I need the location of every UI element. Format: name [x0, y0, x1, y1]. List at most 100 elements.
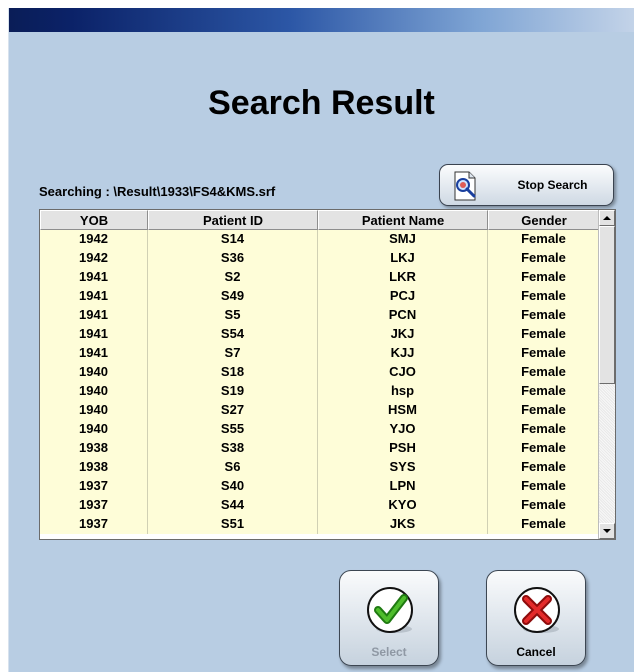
table-row[interactable]: 1937 S40 LPN Female	[40, 477, 600, 496]
cell-yob: 1941	[40, 268, 148, 287]
cell-patient-id: S27	[148, 401, 318, 420]
table-row[interactable]: 1940 S27 HSM Female	[40, 401, 600, 420]
cell-yob: 1941	[40, 306, 148, 325]
cell-patient-id: S38	[148, 439, 318, 458]
table-row[interactable]: 1940 S18 CJO Female	[40, 363, 600, 382]
cell-yob: 1942	[40, 249, 148, 268]
table-body: 1942 S14 SMJ Female 1942 S36 LKJ Female 1941 S2 LK…	[40, 230, 600, 534]
cell-yob: 1940	[40, 382, 148, 401]
cell-patient-name: CJO	[318, 363, 488, 382]
cell-gender: Female	[488, 496, 600, 515]
cell-yob: 1938	[40, 439, 148, 458]
cell-gender: Female	[488, 306, 600, 325]
table-row[interactable]: 1938 S6 SYS Female	[40, 458, 600, 477]
cell-patient-id: S44	[148, 496, 318, 515]
cell-patient-id: S51	[148, 515, 318, 534]
cell-patient-name: PSH	[318, 439, 488, 458]
cell-patient-name: JKJ	[318, 325, 488, 344]
cell-yob: 1937	[40, 496, 148, 515]
cell-patient-id: S14	[148, 230, 318, 249]
scroll-down-button[interactable]	[599, 523, 615, 539]
cell-patient-id: S19	[148, 382, 318, 401]
cell-yob: 1941	[40, 344, 148, 363]
cell-yob: 1940	[40, 420, 148, 439]
table-row[interactable]: 1942 S14 SMJ Female	[40, 230, 600, 249]
cell-patient-name: PCN	[318, 306, 488, 325]
cell-yob: 1937	[40, 515, 148, 534]
cell-gender: Female	[488, 230, 600, 249]
cell-patient-id: S6	[148, 458, 318, 477]
cell-yob: 1940	[40, 363, 148, 382]
cell-yob: 1941	[40, 325, 148, 344]
cell-patient-id: S2	[148, 268, 318, 287]
cell-yob: 1942	[40, 230, 148, 249]
x-icon	[511, 585, 563, 637]
table-row[interactable]: 1942 S36 LKJ Female	[40, 249, 600, 268]
table-row[interactable]: 1938 S38 PSH Female	[40, 439, 600, 458]
cell-patient-id: S49	[148, 287, 318, 306]
search-results-table[interactable]: YOB Patient ID Patient Name Gender 1942 S…	[39, 209, 616, 540]
cell-gender: Female	[488, 325, 600, 344]
table-row[interactable]: 1941 S49 PCJ Female	[40, 287, 600, 306]
cell-gender: Female	[488, 515, 600, 534]
cell-gender: Female	[488, 458, 600, 477]
cell-patient-id: S54	[148, 325, 318, 344]
cell-patient-name: SYS	[318, 458, 488, 477]
cell-patient-name: LKJ	[318, 249, 488, 268]
cancel-button[interactable]: Cancel	[486, 570, 586, 666]
select-label: Select	[371, 645, 407, 659]
table-row[interactable]: 1937 S51 JKS Female	[40, 515, 600, 534]
cell-patient-name: hsp	[318, 382, 488, 401]
cell-gender: Female	[488, 287, 600, 306]
vertical-scrollbar[interactable]	[598, 210, 615, 539]
column-header-yob[interactable]: YOB	[40, 210, 148, 230]
cell-patient-id: S40	[148, 477, 318, 496]
cell-gender: Female	[488, 439, 600, 458]
cell-gender: Female	[488, 344, 600, 363]
magnifier-document-icon	[452, 171, 478, 201]
scrollbar-thumb[interactable]	[599, 226, 615, 384]
cell-gender: Female	[488, 268, 600, 287]
page-title: Search Result	[208, 84, 435, 122]
title-bar[interactable]	[9, 8, 634, 32]
cell-patient-id: S55	[148, 420, 318, 439]
cell-patient-name: HSM	[318, 401, 488, 420]
cell-patient-name: LKR	[318, 268, 488, 287]
cell-patient-name: SMJ	[318, 230, 488, 249]
select-button[interactable]: Select	[339, 570, 439, 666]
cell-patient-name: KYO	[318, 496, 488, 515]
table-row[interactable]: 1937 S44 KYO Female	[40, 496, 600, 515]
cell-gender: Female	[488, 382, 600, 401]
cell-patient-id: S18	[148, 363, 318, 382]
cell-gender: Female	[488, 420, 600, 439]
cell-patient-id: S36	[148, 249, 318, 268]
table-row[interactable]: 1940 S19 hsp Female	[40, 382, 600, 401]
table-row[interactable]: 1940 S55 YJO Female	[40, 420, 600, 439]
table-row[interactable]: 1941 S54 JKJ Female	[40, 325, 600, 344]
scroll-up-button[interactable]	[599, 210, 615, 226]
cell-yob: 1941	[40, 287, 148, 306]
arrow-up-icon	[603, 216, 611, 220]
cell-gender: Female	[488, 249, 600, 268]
cell-gender: Female	[488, 477, 600, 496]
column-header-gender[interactable]: Gender	[488, 210, 600, 230]
cell-patient-name: JKS	[318, 515, 488, 534]
cell-patient-id: S5	[148, 306, 318, 325]
stop-search-button[interactable]: Stop Search	[439, 164, 614, 206]
table-row[interactable]: 1941 S7 KJJ Female	[40, 344, 600, 363]
cancel-label: Cancel	[516, 645, 556, 659]
cell-patient-name: LPN	[318, 477, 488, 496]
cell-yob: 1940	[40, 401, 148, 420]
search-result-window: Search Result Searching : \Result\1933\F…	[8, 8, 634, 672]
searching-status: Searching : \Result\1933\FS4&KMS.srf	[39, 184, 276, 199]
arrow-down-icon	[603, 529, 611, 533]
cell-gender: Female	[488, 363, 600, 382]
cell-yob: 1937	[40, 477, 148, 496]
table-row[interactable]: 1941 S2 LKR Female	[40, 268, 600, 287]
cell-patient-id: S7	[148, 344, 318, 363]
table-row[interactable]: 1941 S5 PCN Female	[40, 306, 600, 325]
column-header-patient-id[interactable]: Patient ID	[148, 210, 318, 230]
cell-gender: Female	[488, 401, 600, 420]
column-header-patient-name[interactable]: Patient Name	[318, 210, 488, 230]
cell-patient-name: YJO	[318, 420, 488, 439]
